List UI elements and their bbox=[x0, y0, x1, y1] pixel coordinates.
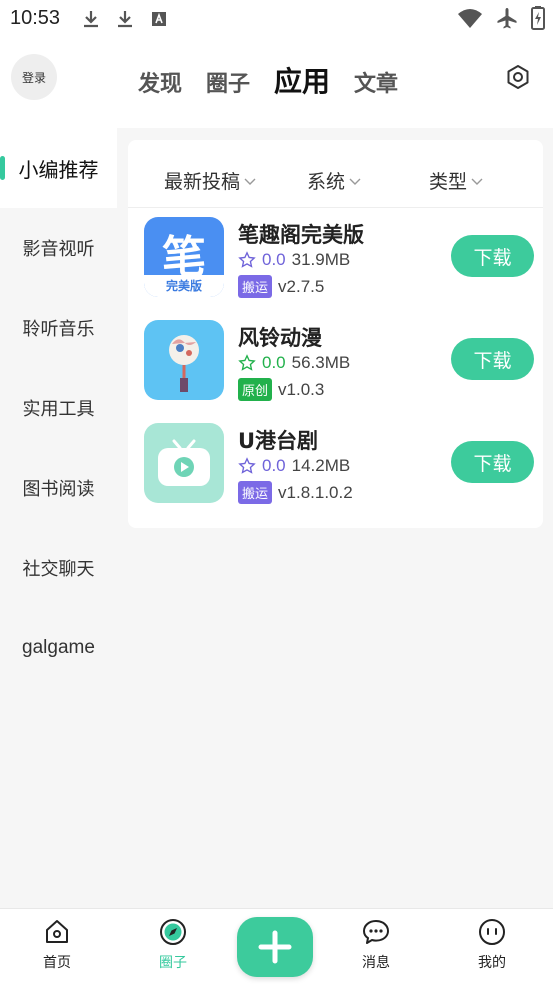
chevron-down-icon bbox=[471, 178, 483, 185]
source-badge: 原创 bbox=[238, 378, 273, 401]
status-bar: 10:53 bbox=[0, 0, 553, 38]
tv-play-icon bbox=[158, 439, 210, 486]
status-time: 10:53 bbox=[10, 7, 61, 29]
download-icon bbox=[84, 11, 98, 28]
chat-bubble-icon bbox=[363, 920, 389, 944]
app-icon-caption: 完美版 bbox=[144, 275, 224, 297]
app-rating: 0.0 bbox=[262, 456, 286, 475]
login-button[interactable]: 登录 bbox=[11, 54, 57, 100]
app-screen: 10:53 登录 发现 圈子 应用 文章 小编推荐 影音视听 聆听音乐 实用工具… bbox=[0, 0, 553, 984]
download-button[interactable]: 下载 bbox=[451, 338, 534, 380]
app-name: U港台剧 bbox=[238, 429, 319, 453]
filter-system[interactable]: 系统 bbox=[307, 167, 362, 194]
star-icon bbox=[238, 251, 256, 268]
sidebar-item-social[interactable]: 社交聊天 bbox=[0, 528, 117, 608]
chevron-down-icon bbox=[244, 178, 256, 185]
top-header: 登录 发现 圈子 应用 文章 bbox=[0, 38, 553, 128]
nav-circle-label: 圈子 bbox=[159, 955, 187, 971]
tab-discover[interactable]: 发现 bbox=[138, 66, 182, 98]
download-button[interactable]: 下载 bbox=[451, 235, 534, 277]
app-rating: 0.0 bbox=[262, 353, 286, 372]
nav-profile[interactable]: 我的 bbox=[457, 917, 527, 972]
category-sidebar: 小编推荐 影音视听 聆听音乐 实用工具 图书阅读 社交聊天 galgame bbox=[0, 128, 117, 908]
app-meta: 0.0 56.3MB bbox=[238, 353, 350, 373]
app-version: v1.0.3 bbox=[278, 379, 325, 399]
app-size: 31.9MB bbox=[291, 250, 351, 269]
filter-bar: 最新投稿 系统 类型 bbox=[128, 140, 543, 208]
wifi-icon bbox=[458, 9, 482, 28]
app-item[interactable]: U港台剧 0.0 14.2MB 搬运 v1.8.1.0.2 下载 bbox=[144, 423, 534, 505]
sidebar-item-video[interactable]: 影音视听 bbox=[0, 208, 117, 288]
face-icon bbox=[479, 919, 505, 945]
font-a-icon bbox=[152, 12, 166, 26]
app-version-row: 原创 v1.0.3 bbox=[238, 378, 324, 401]
app-item[interactable]: 笔 完美版 笔趣阁完美版 0.0 31.9MB 搬运 v2.7.5 下载 bbox=[144, 217, 534, 299]
chevron-down-icon bbox=[349, 178, 361, 185]
app-size: 56.3MB bbox=[291, 353, 351, 372]
nav-home-label: 首页 bbox=[43, 955, 71, 971]
filter-type[interactable]: 类型 bbox=[429, 167, 484, 194]
wind-chime-icon bbox=[169, 335, 199, 392]
sidebar-item-reading[interactable]: 图书阅读 bbox=[0, 448, 117, 528]
app-size: 14.2MB bbox=[291, 456, 351, 475]
star-icon bbox=[238, 354, 256, 371]
tab-circle[interactable]: 圈子 bbox=[206, 66, 250, 98]
tab-apps[interactable]: 应用 bbox=[274, 60, 330, 100]
app-icon-ugangtaiju bbox=[144, 423, 224, 503]
battery-charging-icon bbox=[531, 6, 545, 30]
sidebar-item-tools[interactable]: 实用工具 bbox=[0, 368, 117, 448]
source-badge: 搬运 bbox=[238, 481, 273, 504]
star-icon bbox=[238, 457, 256, 474]
app-rating: 0.0 bbox=[262, 250, 286, 269]
app-item[interactable]: 风铃动漫 0.0 56.3MB 原创 v1.0.3 下载 bbox=[144, 320, 534, 402]
sidebar-item-editor-picks[interactable]: 小编推荐 bbox=[0, 128, 117, 208]
nav-messages-label: 消息 bbox=[362, 955, 390, 971]
app-icon-biquge: 笔 完美版 bbox=[144, 217, 224, 297]
airplane-icon bbox=[497, 8, 517, 29]
home-icon bbox=[46, 920, 68, 943]
top-tabs: 发现 圈子 应用 文章 bbox=[138, 60, 398, 100]
app-version: v1.8.1.0.2 bbox=[278, 482, 353, 502]
app-meta: 0.0 31.9MB bbox=[238, 250, 350, 270]
download-icon bbox=[118, 11, 132, 28]
filter-latest[interactable]: 最新投稿 bbox=[164, 167, 257, 194]
app-version-row: 搬运 v2.7.5 bbox=[238, 275, 324, 298]
bottom-nav: 首页 圈子 消息 我的 bbox=[0, 908, 553, 984]
nav-home[interactable]: 首页 bbox=[22, 917, 92, 972]
status-icons bbox=[457, 6, 545, 30]
nav-circle[interactable]: 圈子 bbox=[138, 917, 208, 972]
app-list-card: 最新投稿 系统 类型 笔 完美版 笔趣阁完美版 0.0 31.9MB 搬运 v2… bbox=[128, 140, 543, 528]
nav-messages[interactable]: 消息 bbox=[341, 917, 411, 972]
settings-icon[interactable] bbox=[505, 64, 531, 90]
compass-icon bbox=[160, 919, 186, 945]
nav-profile-label: 我的 bbox=[478, 955, 506, 971]
app-meta: 0.0 14.2MB bbox=[238, 456, 350, 476]
sidebar-item-galgame[interactable]: galgame bbox=[0, 608, 117, 688]
source-badge: 搬运 bbox=[238, 275, 273, 298]
app-version-row: 搬运 v1.8.1.0.2 bbox=[238, 481, 353, 504]
app-name: 风铃动漫 bbox=[238, 326, 322, 350]
filter-latest-label: 最新投稿 bbox=[164, 171, 241, 193]
sidebar-item-music[interactable]: 聆听音乐 bbox=[0, 288, 117, 368]
app-name: 笔趣阁完美版 bbox=[238, 223, 364, 247]
plus-icon bbox=[258, 930, 292, 964]
download-button[interactable]: 下载 bbox=[451, 441, 534, 483]
tab-articles[interactable]: 文章 bbox=[354, 66, 398, 98]
add-post-button[interactable] bbox=[237, 917, 313, 977]
filter-type-label: 类型 bbox=[429, 171, 468, 193]
filter-system-label: 系统 bbox=[307, 171, 346, 193]
app-icon-fengling bbox=[144, 320, 224, 400]
app-version: v2.7.5 bbox=[278, 276, 325, 296]
